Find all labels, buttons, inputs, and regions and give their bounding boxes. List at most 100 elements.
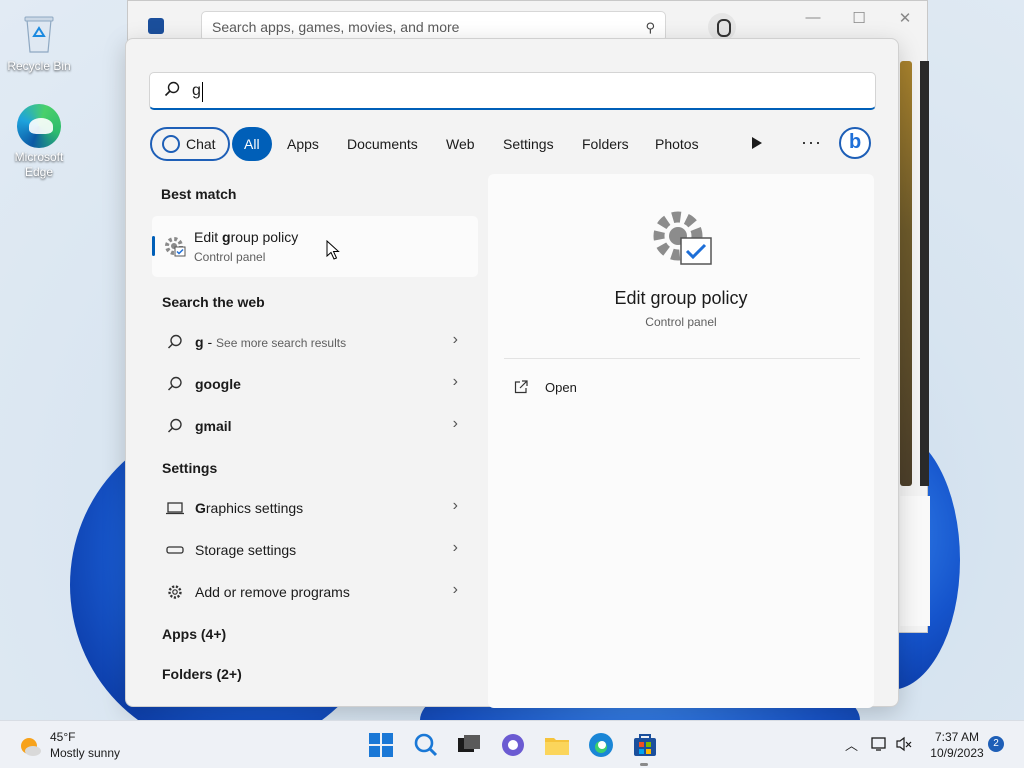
settings-result-text: Add or remove programs [195, 584, 350, 600]
mouse-cursor-icon [326, 240, 340, 260]
open-action-label: Open [545, 380, 577, 395]
search-icon [167, 334, 182, 349]
store-search-placeholder: Search apps, games, movies, and more [212, 19, 460, 35]
active-app-indicator [640, 763, 648, 766]
edge-taskbar-icon[interactable] [588, 732, 614, 758]
store-logo-icon [148, 18, 164, 34]
web-result-label: g - See more search results [195, 334, 346, 350]
settings-result-match: G [195, 500, 206, 516]
open-action[interactable]: Open [504, 374, 860, 404]
volume-muted-icon[interactable] [895, 736, 913, 752]
best-match-result[interactable]: Edit group policy Control panel [152, 216, 478, 277]
filter-label: Chat [186, 136, 216, 152]
best-match-subtitle: Control panel [194, 250, 266, 264]
weather-temp: 45°F [50, 730, 76, 744]
web-result-term: google [195, 376, 241, 392]
filter-web[interactable]: Web [434, 127, 487, 161]
search-taskbar-icon[interactable] [412, 732, 438, 758]
section-folders[interactable]: Folders (2+) [162, 666, 242, 682]
edge-icon [17, 104, 61, 148]
filter-apps[interactable]: Apps [275, 127, 331, 161]
filter-label: Photos [655, 136, 699, 152]
search-input[interactable]: g [149, 72, 876, 110]
filter-chat[interactable]: Chat [150, 127, 230, 161]
filter-label: All [244, 136, 260, 152]
web-result-row[interactable]: g - See more search results › [152, 323, 478, 361]
desktop-icon-recycle-bin[interactable]: Recycle Bin [3, 10, 75, 73]
chevron-right-icon: › [452, 373, 458, 390]
settings-result-row[interactable]: Storage settings › [152, 531, 478, 569]
more-options-button[interactable]: ··· [801, 127, 822, 157]
filter-documents[interactable]: Documents [335, 127, 430, 161]
notification-badge[interactable]: 2 [988, 736, 1004, 752]
settings-result-label: Add or remove programs [195, 584, 350, 600]
minimize-button[interactable]: — [793, 9, 833, 26]
section-apps[interactable]: Apps (4+) [162, 626, 226, 642]
user-avatar-icon[interactable] [708, 13, 736, 41]
web-result-label: gmail [195, 418, 232, 434]
storage-icon [166, 546, 184, 554]
search-icon[interactable]: ⚲ [645, 20, 655, 36]
clock-date: 10/9/2023 [930, 746, 984, 760]
chevron-right-icon: › [452, 415, 458, 432]
web-result-row[interactable]: google › [152, 365, 478, 403]
title-part: roup policy [230, 229, 299, 245]
search-query: g [192, 82, 201, 99]
search-icon [167, 418, 182, 433]
chevron-right-icon: › [452, 539, 458, 556]
bing-icon [162, 135, 180, 153]
group-policy-icon [653, 211, 712, 265]
desktop-icon-edge[interactable]: Microsoft Edge [3, 104, 75, 180]
filter-settings[interactable]: Settings [491, 127, 566, 161]
filter-label: Documents [347, 136, 418, 152]
web-result-term: gmail [195, 418, 232, 434]
settings-result-row[interactable]: Add or remove programs › [152, 573, 478, 611]
filter-label: Settings [503, 136, 554, 152]
recycle-bin-icon [24, 16, 54, 53]
best-match-title: Edit group policy [194, 229, 298, 245]
file-explorer-icon[interactable] [544, 732, 570, 758]
start-windows-icon[interactable] [368, 732, 394, 758]
teams-chat-icon[interactable] [500, 732, 526, 758]
chevron-up-icon[interactable]: ︿ [845, 735, 858, 754]
settings-result-label: Storage settings [195, 542, 296, 558]
network-icon[interactable] [870, 736, 888, 752]
web-result-hint: See more search results [216, 336, 347, 350]
web-result-label: google [195, 376, 241, 392]
store-content-strip [900, 61, 912, 486]
store-titlebar: Search apps, games, movies, and more ⚲ —… [128, 1, 927, 43]
web-result-sep: - [203, 334, 217, 350]
group-policy-icon [165, 237, 186, 257]
filter-label: Apps [287, 136, 319, 152]
results-list: Best match Edit group policy Control pan… [149, 174, 481, 704]
desktop-icon-label: Recycle Bin [7, 59, 71, 73]
task-view-icon[interactable] [456, 732, 482, 758]
clock-time: 7:37 AM [934, 730, 980, 744]
close-button[interactable]: ✕ [885, 9, 925, 27]
weather-sun-icon [21, 738, 41, 756]
play-icon[interactable] [752, 137, 762, 149]
filter-folders[interactable]: Folders [570, 127, 641, 161]
filter-label: Folders [582, 136, 629, 152]
search-icon [167, 376, 182, 391]
open-external-icon [514, 380, 528, 394]
clock[interactable]: 7:37 AM 10/9/2023 [920, 729, 994, 761]
filter-photos[interactable]: Photos [643, 127, 711, 161]
title-part: Edit [194, 229, 223, 245]
settings-result-text: raphics settings [205, 500, 304, 516]
title-match: g [222, 229, 231, 245]
search-icon [164, 81, 180, 97]
text-caret [202, 82, 203, 102]
maximize-button[interactable]: ☐ [839, 9, 879, 27]
web-result-row[interactable]: gmail › [152, 407, 478, 445]
bing-chat-button[interactable] [839, 127, 871, 159]
gear-icon [168, 585, 182, 599]
store-taskbar-icon[interactable] [632, 732, 658, 758]
preview-divider [504, 358, 860, 359]
laptop-icon [166, 502, 184, 515]
web-result-term: g [195, 334, 204, 350]
preview-subtitle: Control panel [645, 315, 717, 329]
settings-result-row[interactable]: Graphics settings › [152, 489, 478, 527]
section-search-web: Search the web [162, 294, 265, 310]
filter-all[interactable]: All [232, 127, 272, 161]
